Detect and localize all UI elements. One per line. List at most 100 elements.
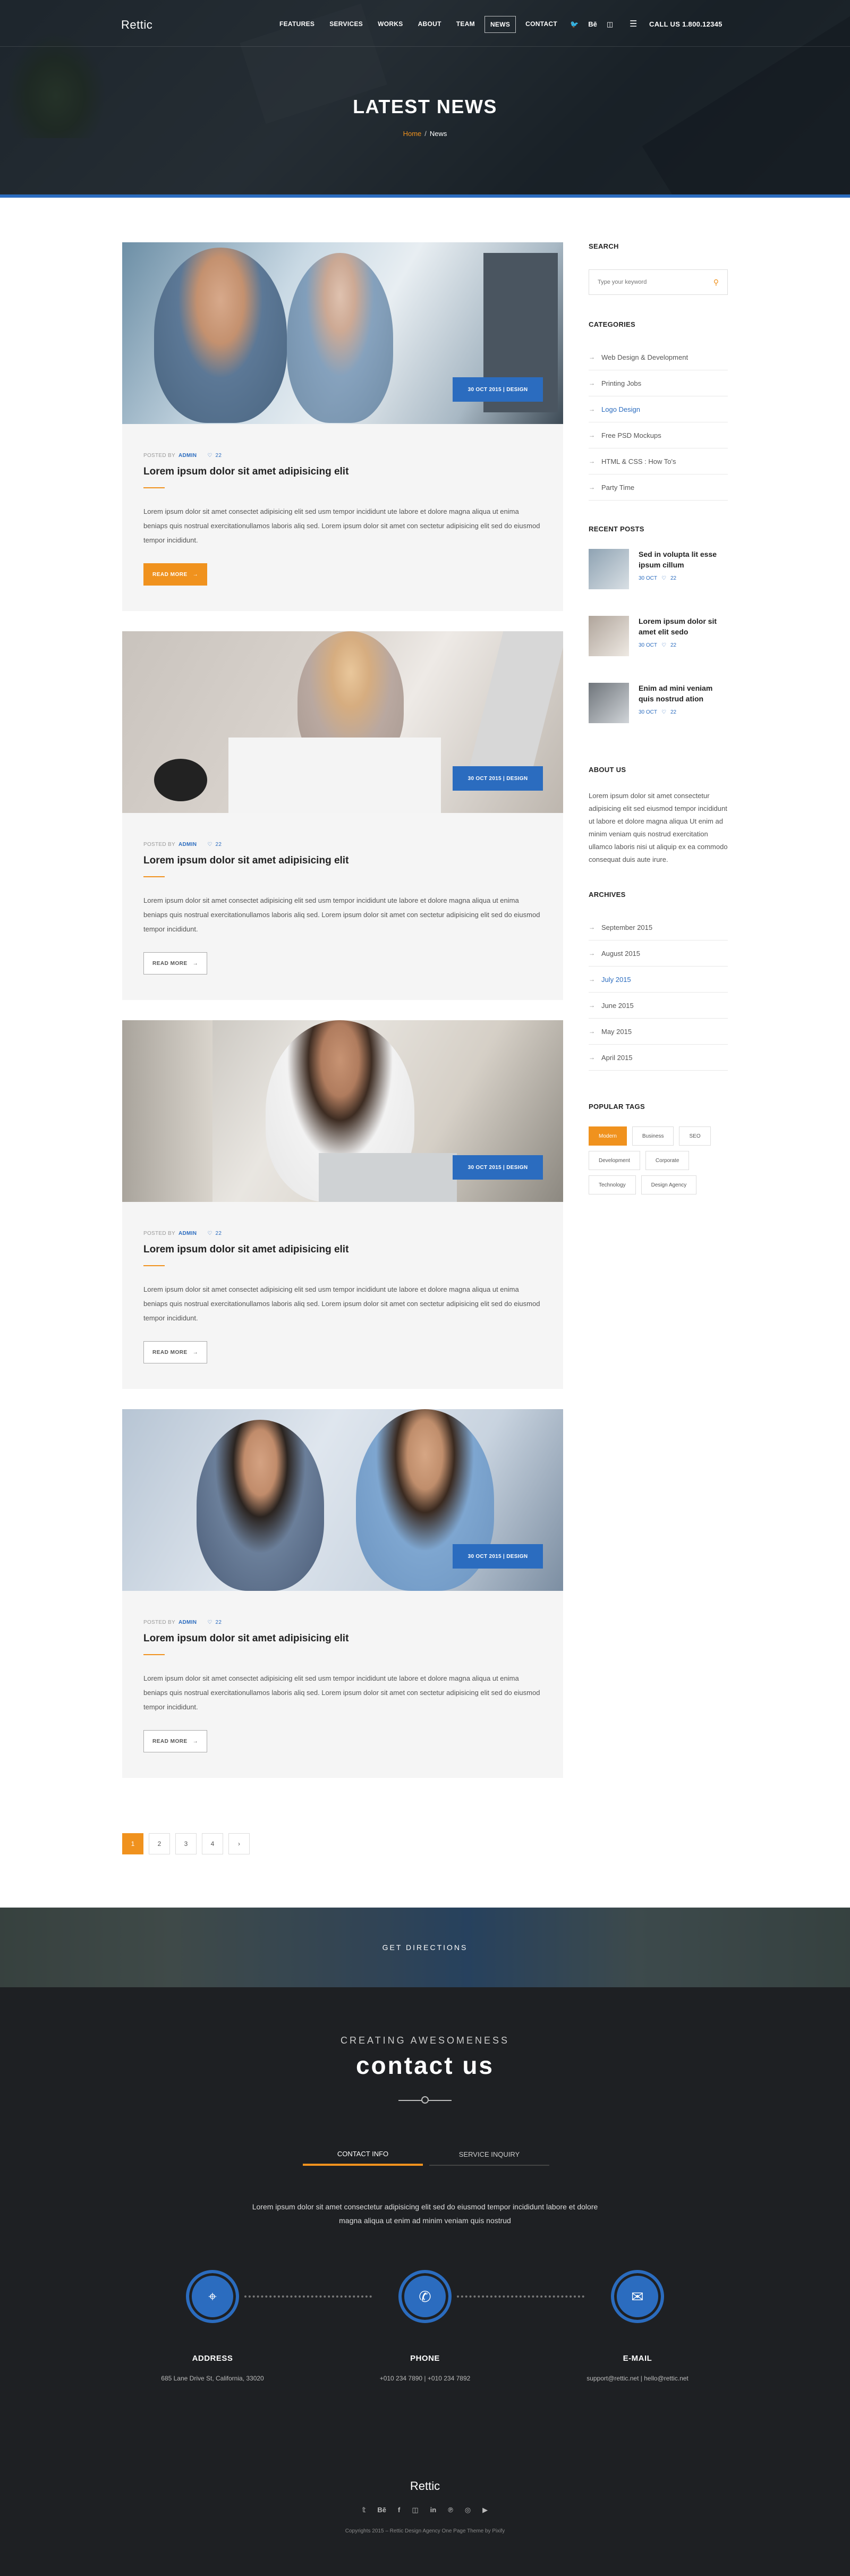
- nav-contact[interactable]: CONTACT: [520, 16, 563, 33]
- comment-count[interactable]: 22: [215, 1620, 222, 1625]
- tag-corporate[interactable]: Corporate: [645, 1151, 690, 1170]
- page-4-button[interactable]: 4: [202, 1833, 223, 1854]
- address-block: ⌖ ADDRESS 685 Lane Drive St, California,…: [122, 2270, 303, 2382]
- search-icon[interactable]: ⚲: [713, 278, 719, 287]
- email-value[interactable]: support@rettic.net | hello@rettic.net: [547, 2375, 728, 2382]
- recent-post-meta: 30 OCT ♡ 22: [639, 709, 728, 715]
- archive-item[interactable]: → May 2015: [589, 1019, 728, 1045]
- search-input[interactable]: [598, 279, 704, 285]
- nav-news[interactable]: NEWS: [484, 16, 516, 33]
- post-title[interactable]: Lorem ipsum dolor sit amet adipisicing e…: [143, 1244, 542, 1256]
- read-more-label: READ MORE: [152, 1349, 188, 1355]
- recent-post-item[interactable]: Lorem ipsum dolor sit amet elit sedo 30 …: [589, 616, 728, 683]
- instagram-icon[interactable]: ◫: [607, 20, 613, 29]
- archive-item[interactable]: → September 2015: [589, 914, 728, 940]
- tag-development[interactable]: Development: [589, 1151, 640, 1170]
- category-item[interactable]: → Free PSD Mockups: [589, 422, 728, 448]
- comment-count[interactable]: 22: [215, 1231, 222, 1236]
- read-more-button[interactable]: READ MORE →: [143, 1730, 208, 1752]
- read-more-button[interactable]: READ MORE →: [143, 952, 208, 975]
- recent-post-thumbnail[interactable]: [589, 616, 629, 656]
- nav-services[interactable]: SERVICES: [324, 16, 368, 33]
- archive-item[interactable]: → July 2015: [589, 967, 728, 993]
- posted-by-label: POSTED BY: [143, 1231, 175, 1236]
- post-title[interactable]: Lorem ipsum dolor sit amet adipisicing e…: [143, 855, 542, 867]
- post-excerpt: Lorem ipsum dolor sit amet consectet adi…: [143, 896, 540, 933]
- about-us-text: Lorem ipsum dolor sit amet consectetur a…: [589, 792, 728, 863]
- category-item[interactable]: → Printing Jobs: [589, 370, 728, 396]
- nav-about[interactable]: ABOUT: [413, 16, 447, 33]
- post-meta: POSTED BY ADMIN ♡ 22: [143, 453, 542, 459]
- archive-item[interactable]: → August 2015: [589, 940, 728, 967]
- read-more-button[interactable]: READ MORE →: [143, 1341, 208, 1363]
- facebook-icon[interactable]: f: [398, 2506, 400, 2514]
- dribbble-icon[interactable]: ◎: [465, 2506, 471, 2514]
- linkedin-icon[interactable]: in: [430, 2506, 437, 2514]
- next-page-button[interactable]: ›: [228, 1833, 250, 1854]
- category-item[interactable]: → Web Design & Development: [589, 344, 728, 370]
- hamburger-menu-icon[interactable]: ☰: [630, 19, 637, 29]
- recent-post-title[interactable]: Enim ad mini veniam quis nostrud ation: [639, 683, 728, 704]
- breadcrumb-home[interactable]: Home: [403, 130, 422, 138]
- pinterest-icon[interactable]: ℗: [448, 2506, 453, 2514]
- nav-features[interactable]: FEATURES: [274, 16, 320, 33]
- category-item[interactable]: → Logo Design: [589, 396, 728, 422]
- recent-post-title[interactable]: Lorem ipsum dolor sit amet elit sedo: [639, 616, 728, 637]
- recent-post-title[interactable]: Sed in volupta lit esse ipsum cillum: [639, 549, 728, 570]
- tab-service-inquiry[interactable]: SERVICE INQUIRY: [429, 2143, 549, 2166]
- post-image[interactable]: 30 OCT 2015 | DESIGN: [122, 1409, 563, 1591]
- youtube-icon[interactable]: ▶: [482, 2506, 488, 2514]
- post-image[interactable]: 30 OCT 2015 | DESIGN: [122, 242, 563, 424]
- archives-heading: ARCHIVES: [589, 891, 626, 899]
- tag-technology[interactable]: Technology: [589, 1175, 636, 1194]
- tag-modern[interactable]: Modern: [589, 1126, 627, 1146]
- arrow-right-icon: →: [589, 1028, 595, 1035]
- tag-seo[interactable]: SEO: [679, 1126, 711, 1146]
- behance-icon[interactable]: Bē: [377, 2506, 386, 2514]
- page-1-button[interactable]: 1: [122, 1833, 143, 1854]
- comment-count[interactable]: 22: [215, 453, 222, 459]
- page-3-button[interactable]: 3: [175, 1833, 197, 1854]
- hero: Rettic FEATURES SERVICES WORKS ABOUT TEA…: [0, 0, 850, 198]
- tag-cloud: Modern Business SEO Development Corporat…: [589, 1126, 728, 1194]
- top-nav-bar: Rettic FEATURES SERVICES WORKS ABOUT TEA…: [0, 0, 850, 47]
- post-author[interactable]: ADMIN: [178, 1620, 197, 1625]
- contact-section: CREATING AWESOMENESS contact us CONTACT …: [0, 1987, 850, 2576]
- post-title[interactable]: Lorem ipsum dolor sit amet adipisicing e…: [143, 1633, 542, 1645]
- post-author[interactable]: ADMIN: [178, 453, 197, 459]
- twitter-icon[interactable]: 𝕥: [362, 2506, 366, 2514]
- archive-item[interactable]: → June 2015: [589, 993, 728, 1019]
- phone-label: PHONE: [410, 2354, 440, 2363]
- twitter-icon[interactable]: 🐦: [570, 20, 579, 29]
- category-item[interactable]: → HTML & CSS : How To's: [589, 448, 728, 474]
- recent-post-item[interactable]: Enim ad mini veniam quis nostrud ation 3…: [589, 683, 728, 750]
- arrow-right-icon: →: [192, 1738, 199, 1744]
- post-title[interactable]: Lorem ipsum dolor sit amet adipisicing e…: [143, 466, 542, 478]
- behance-icon[interactable]: Bē: [588, 20, 597, 29]
- archive-item[interactable]: → April 2015: [589, 1045, 728, 1071]
- nav-team[interactable]: TEAM: [451, 16, 480, 33]
- post-image[interactable]: 30 OCT 2015 | DESIGN: [122, 631, 563, 813]
- tag-business[interactable]: Business: [632, 1126, 674, 1146]
- read-more-button[interactable]: READ MORE →: [143, 563, 208, 586]
- footer-logo[interactable]: Rettic: [0, 2479, 850, 2493]
- call-us: CALL US 1.800.12345: [649, 20, 722, 28]
- recent-posts-heading: RECENT POSTS: [589, 525, 644, 533]
- category-item[interactable]: → Party Time: [589, 474, 728, 501]
- instagram-icon[interactable]: ◫: [412, 2506, 418, 2514]
- logo[interactable]: Rettic: [121, 18, 152, 32]
- recent-post-thumbnail[interactable]: [589, 549, 629, 589]
- comment-count[interactable]: 22: [215, 842, 222, 848]
- post-author[interactable]: ADMIN: [178, 1231, 197, 1236]
- map-banner[interactable]: GET DIRECTIONS: [0, 1908, 850, 1987]
- page-2-button[interactable]: 2: [149, 1833, 170, 1854]
- post-author[interactable]: ADMIN: [178, 842, 197, 848]
- post-image[interactable]: 30 OCT 2015 | DESIGN: [122, 1020, 563, 1202]
- recent-post-item[interactable]: Sed in volupta lit esse ipsum cillum 30 …: [589, 549, 728, 616]
- recent-post-thumbnail[interactable]: [589, 683, 629, 723]
- get-directions-link[interactable]: GET DIRECTIONS: [0, 1943, 850, 1952]
- header-social: 🐦 Bē ◫: [570, 20, 613, 29]
- nav-works[interactable]: WORKS: [372, 16, 409, 33]
- tab-contact-info[interactable]: CONTACT INFO: [303, 2143, 423, 2166]
- tag-design-agency[interactable]: Design Agency: [641, 1175, 697, 1194]
